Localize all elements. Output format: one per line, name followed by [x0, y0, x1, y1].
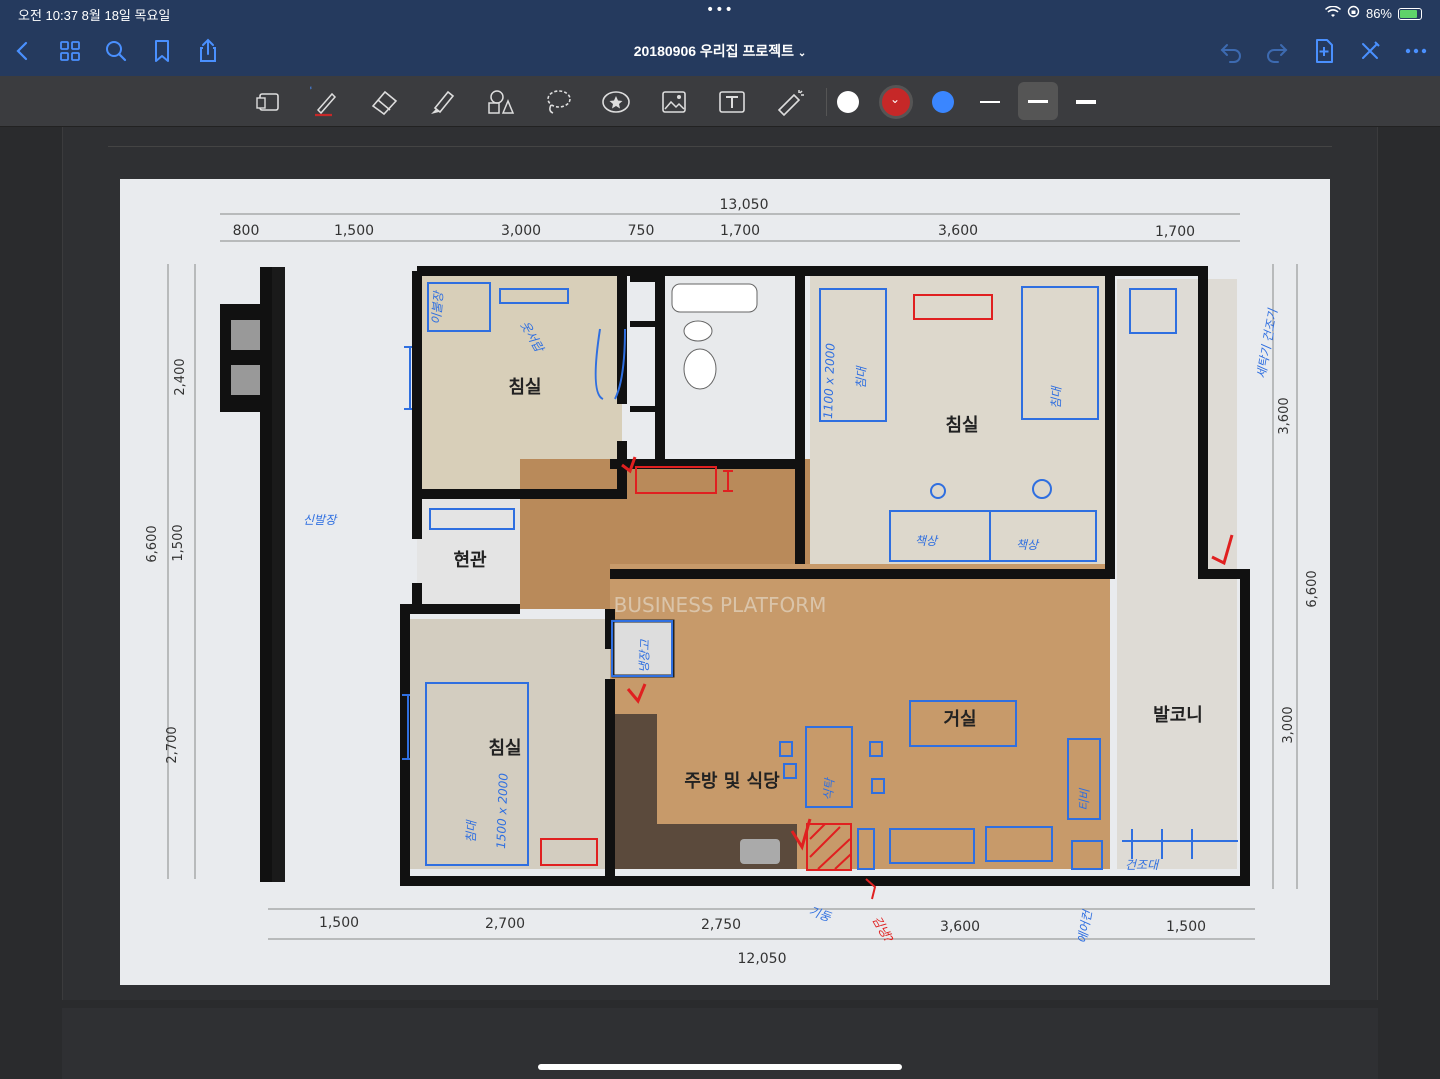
note-bed-size-1: 1100 x 2000: [821, 342, 838, 419]
drawing-toolbar: * ⌄: [0, 76, 1440, 127]
highlighter-icon[interactable]: [426, 86, 458, 118]
bathtub: [671, 283, 758, 313]
sink: [683, 320, 713, 342]
note-column: 기둥: [807, 904, 833, 925]
room-bedroom-1: 침실: [508, 377, 541, 398]
nav-bar: 20180906 우리집 프로젝트 ⌄: [0, 26, 1440, 76]
orientation-lock-icon: [1347, 5, 1360, 22]
chevron-down-icon: ⌄: [890, 92, 901, 106]
dim-bottom-1: 1,500: [319, 915, 359, 931]
dim-top-1: 800: [233, 223, 260, 239]
note-desk-2: 책상: [1016, 538, 1040, 552]
stroke-thin-button[interactable]: [970, 82, 1010, 120]
add-page-icon[interactable]: [1309, 36, 1339, 66]
dim-top-2: 1,500: [334, 223, 374, 239]
kitchen-counter: [612, 714, 657, 869]
note-dining-table: 식탁: [821, 776, 837, 801]
status-bar: 오전 10:37 8월 18일 목요일 ••• 86%: [0, 0, 1440, 26]
dim-left-total: 6,600: [145, 525, 160, 562]
note-bed-2: 침대: [1049, 385, 1064, 410]
dim-bottom-5: 1,500: [1166, 919, 1206, 935]
floor-plan-image[interactable]: 13,050 800 1,500 3,000 750 1,700 3,600 1…: [120, 179, 1330, 985]
color-swatch-white[interactable]: [837, 91, 859, 113]
dim-top-7: 1,700: [1155, 224, 1195, 240]
note-shoe-cabinet: 신발장: [303, 513, 338, 527]
more-icon[interactable]: [1401, 36, 1431, 66]
document-scan-icon[interactable]: [252, 86, 284, 118]
color-swatch-red-selected[interactable]: ⌄: [879, 85, 913, 119]
multitasking-dots-icon[interactable]: •••: [706, 2, 734, 18]
dim-right-2: 3,000: [1281, 706, 1296, 743]
chevron-down-icon: ⌄: [797, 48, 807, 59]
toilet: [683, 348, 717, 390]
color-swatch-blue[interactable]: [932, 91, 954, 113]
dim-top-total: 13,050: [720, 197, 769, 213]
laser-pointer-icon[interactable]: [774, 86, 806, 118]
stove: [740, 839, 780, 864]
battery-percent: 86%: [1365, 6, 1392, 21]
note-desk: 책상: [915, 534, 939, 548]
note-tv: 티비: [1077, 788, 1092, 812]
dim-right-1: 3,600: [1277, 397, 1292, 434]
status-right: 86%: [1324, 5, 1422, 22]
room-bedroom-3: 침실: [488, 738, 521, 759]
battery-icon: [1398, 7, 1422, 20]
home-indicator[interactable]: [538, 1064, 902, 1070]
note-fridge: 냉장고: [637, 639, 652, 674]
lasso-icon[interactable]: [542, 86, 574, 118]
shapes-icon[interactable]: [484, 86, 516, 118]
note-hanger: 건조대: [1125, 858, 1160, 872]
dim-bottom-total: 12,050: [738, 951, 787, 967]
toolbar-divider: [826, 88, 827, 116]
undo-icon[interactable]: [1216, 36, 1246, 66]
status-time: 오전 10:37 8월 18일 목요일: [18, 8, 171, 23]
note-washer: 세탁기 건조기: [1254, 307, 1280, 379]
dim-left-3: 2,700: [165, 726, 180, 763]
dim-left-1: 2,400: [173, 358, 188, 395]
room-kitchen: 주방 및 식당: [684, 771, 780, 792]
dim-top-3: 3,000: [501, 223, 541, 239]
image-icon[interactable]: [658, 86, 690, 118]
svg-text:*: *: [310, 86, 312, 94]
stroke-medium-button[interactable]: [1018, 82, 1058, 120]
battery-fill: [1400, 9, 1418, 18]
note-fridge-2: 김냉?: [869, 914, 896, 946]
document-title-text: 20180906 우리집 프로젝트: [633, 43, 794, 59]
dim-right-total: 6,600: [1305, 570, 1320, 607]
dim-bottom-3: 2,750: [701, 917, 741, 933]
dim-top-5: 1,700: [720, 223, 760, 239]
note-bed-size-2: 1500 x 2000: [494, 772, 511, 849]
eraser-icon[interactable]: [368, 86, 400, 118]
text-icon[interactable]: [716, 86, 748, 118]
dim-left-2: 1,500: [171, 524, 186, 561]
stroke-thick-button[interactable]: [1066, 82, 1106, 120]
left-structure: [220, 267, 285, 882]
room-balcony: 발코니: [1153, 705, 1203, 726]
pen-icon[interactable]: *: [308, 85, 342, 118]
sticker-icon[interactable]: [600, 86, 632, 118]
room-entrance: 현관: [453, 550, 487, 571]
redo-icon[interactable]: [1262, 36, 1292, 66]
dim-bottom-2: 2,700: [485, 916, 525, 932]
room-bedroom-2: 침실: [945, 415, 978, 436]
room-living: 거실: [943, 709, 976, 730]
wifi-icon: [1324, 5, 1342, 22]
watermark: BUSINESS PLATFORM: [614, 593, 827, 617]
dim-bottom-4: 3,600: [940, 919, 980, 935]
dim-top-6: 3,600: [938, 223, 978, 239]
note-bed-3: 침대: [464, 819, 479, 844]
page-rule-line: [108, 146, 1332, 147]
dim-top-4: 750: [628, 223, 655, 239]
close-pen-icon[interactable]: [1355, 36, 1385, 66]
note-bed-1: 침대: [854, 365, 869, 390]
